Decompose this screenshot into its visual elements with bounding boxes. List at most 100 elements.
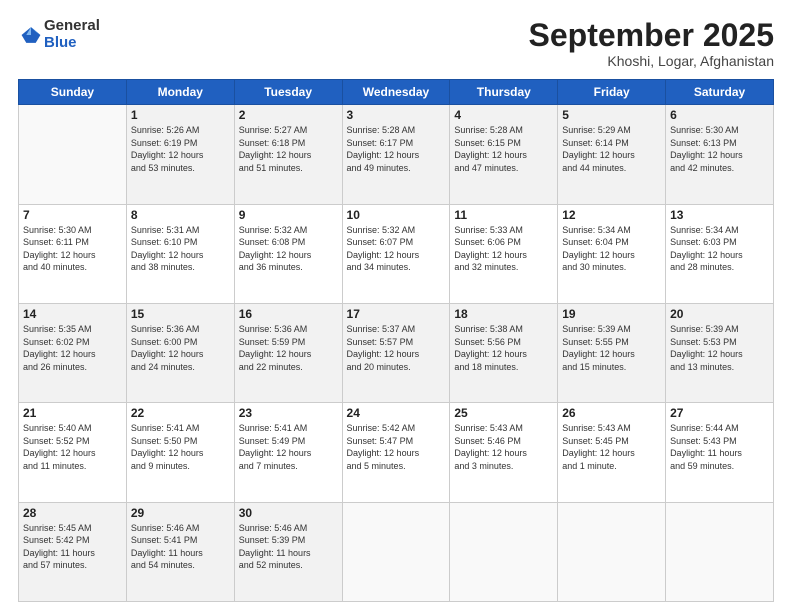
- day-number: 11: [454, 208, 553, 222]
- day-info: Sunrise: 5:41 AM Sunset: 5:50 PM Dayligh…: [131, 422, 230, 472]
- calendar-cell: 4Sunrise: 5:28 AM Sunset: 6:15 PM Daylig…: [450, 105, 558, 204]
- calendar-cell: [666, 502, 774, 601]
- day-number: 30: [239, 506, 338, 520]
- calendar-cell: 28 Sunrise: 5:45 AM Sunset: 5:42 PM Dayli…: [19, 502, 127, 601]
- calendar-cell: 25 Sunrise: 5:43 AM Sunset: 5:46 PM Dayli…: [450, 403, 558, 502]
- day-number: 25: [454, 406, 553, 420]
- calendar-cell: 23 Sunrise: 5:41 AM Sunset: 5:49 PM Dayli…: [234, 403, 342, 502]
- calendar-cell: 30 Sunrise: 5:46 AM Sunset: 5:39 PM Dayli…: [234, 502, 342, 601]
- calendar-cell: 1 Sunrise: 5:26 AM Sunset: 6:19 PM Daylig…: [126, 105, 234, 204]
- day-number: 19: [562, 307, 661, 321]
- calendar-header-monday: Monday: [126, 80, 234, 105]
- day-info: Sunrise: 5:33 AM Sunset: 6:06 PM Dayligh…: [454, 224, 553, 274]
- day-info: Sunrise: 5:46 AM Sunset: 5:39 PM Dayligh…: [239, 522, 338, 572]
- day-number: 3: [347, 108, 446, 122]
- calendar-cell: 6 Sunrise: 5:30 AM Sunset: 6:13 PM Daylig…: [666, 105, 774, 204]
- day-info: Sunrise: 5:43 AM Sunset: 5:45 PM Dayligh…: [562, 422, 661, 472]
- calendar-cell: 21 Sunrise: 5:40 AM Sunset: 5:52 PM Dayli…: [19, 403, 127, 502]
- day-info: Sunrise: 5:42 AM Sunset: 5:47 PM Dayligh…: [347, 422, 446, 472]
- day-number: 6: [670, 108, 769, 122]
- calendar-cell: 10Sunrise: 5:32 AM Sunset: 6:07 PM Dayli…: [342, 204, 450, 303]
- day-number: 23: [239, 406, 338, 420]
- calendar-week-row: 28 Sunrise: 5:45 AM Sunset: 5:42 PM Dayli…: [19, 502, 774, 601]
- day-number: 10: [347, 208, 446, 222]
- calendar-header-thursday: Thursday: [450, 80, 558, 105]
- day-info: Sunrise: 5:39 AM Sunset: 5:55 PM Dayligh…: [562, 323, 661, 373]
- calendar-cell: 24Sunrise: 5:42 AM Sunset: 5:47 PM Dayli…: [342, 403, 450, 502]
- calendar-table: SundayMondayTuesdayWednesdayThursdayFrid…: [18, 79, 774, 602]
- day-info: Sunrise: 5:45 AM Sunset: 5:42 PM Dayligh…: [23, 522, 122, 572]
- calendar-cell: 16 Sunrise: 5:36 AM Sunset: 5:59 PM Dayli…: [234, 303, 342, 402]
- page: General Blue September 2025 Khoshi, Loga…: [0, 0, 792, 612]
- calendar-cell: [450, 502, 558, 601]
- location: Khoshi, Logar, Afghanistan: [529, 53, 774, 69]
- calendar-week-row: 14 Sunrise: 5:35 AM Sunset: 6:02 PM Dayli…: [19, 303, 774, 402]
- day-info: Sunrise: 5:46 AM Sunset: 5:41 PM Dayligh…: [131, 522, 230, 572]
- calendar-cell: 19 Sunrise: 5:39 AM Sunset: 5:55 PM Dayli…: [558, 303, 666, 402]
- day-number: 7: [23, 208, 122, 222]
- calendar-header-friday: Friday: [558, 80, 666, 105]
- day-number: 18: [454, 307, 553, 321]
- calendar-cell: 17 Sunrise: 5:37 AM Sunset: 5:57 PM Dayli…: [342, 303, 450, 402]
- day-info: Sunrise: 5:39 AM Sunset: 5:53 PM Dayligh…: [670, 323, 769, 373]
- calendar-header-wednesday: Wednesday: [342, 80, 450, 105]
- day-number: 29: [131, 506, 230, 520]
- day-number: 2: [239, 108, 338, 122]
- day-number: 27: [670, 406, 769, 420]
- day-number: 26: [562, 406, 661, 420]
- day-number: 1: [131, 108, 230, 122]
- day-info: Sunrise: 5:36 AM Sunset: 5:59 PM Dayligh…: [239, 323, 338, 373]
- calendar-cell: 22 Sunrise: 5:41 AM Sunset: 5:50 PM Dayli…: [126, 403, 234, 502]
- calendar-cell: 11 Sunrise: 5:33 AM Sunset: 6:06 PM Dayli…: [450, 204, 558, 303]
- day-info: Sunrise: 5:26 AM Sunset: 6:19 PM Dayligh…: [131, 124, 230, 174]
- header: General Blue September 2025 Khoshi, Loga…: [18, 18, 774, 69]
- day-number: 9: [239, 208, 338, 222]
- day-info: Sunrise: 5:28 AM Sunset: 6:15 PM Dayligh…: [454, 124, 553, 174]
- day-number: 17: [347, 307, 446, 321]
- day-number: 16: [239, 307, 338, 321]
- calendar-week-row: 21 Sunrise: 5:40 AM Sunset: 5:52 PM Dayli…: [19, 403, 774, 502]
- calendar-header-sunday: Sunday: [19, 80, 127, 105]
- day-number: 14: [23, 307, 122, 321]
- calendar-cell: [342, 502, 450, 601]
- day-number: 21: [23, 406, 122, 420]
- day-info: Sunrise: 5:30 AM Sunset: 6:13 PM Dayligh…: [670, 124, 769, 174]
- day-info: Sunrise: 5:34 AM Sunset: 6:04 PM Dayligh…: [562, 224, 661, 274]
- day-number: 22: [131, 406, 230, 420]
- day-info: Sunrise: 5:38 AM Sunset: 5:56 PM Dayligh…: [454, 323, 553, 373]
- calendar-cell: [19, 105, 127, 204]
- calendar-cell: 15 Sunrise: 5:36 AM Sunset: 6:00 PM Dayli…: [126, 303, 234, 402]
- day-info: Sunrise: 5:30 AM Sunset: 6:11 PM Dayligh…: [23, 224, 122, 274]
- day-info: Sunrise: 5:40 AM Sunset: 5:52 PM Dayligh…: [23, 422, 122, 472]
- day-info: Sunrise: 5:27 AM Sunset: 6:18 PM Dayligh…: [239, 124, 338, 174]
- calendar-cell: 3Sunrise: 5:28 AM Sunset: 6:17 PM Daylig…: [342, 105, 450, 204]
- day-number: 8: [131, 208, 230, 222]
- day-info: Sunrise: 5:31 AM Sunset: 6:10 PM Dayligh…: [131, 224, 230, 274]
- day-number: 13: [670, 208, 769, 222]
- day-number: 15: [131, 307, 230, 321]
- day-info: Sunrise: 5:29 AM Sunset: 6:14 PM Dayligh…: [562, 124, 661, 174]
- day-info: Sunrise: 5:44 AM Sunset: 5:43 PM Dayligh…: [670, 422, 769, 472]
- calendar-header-tuesday: Tuesday: [234, 80, 342, 105]
- day-info: Sunrise: 5:35 AM Sunset: 6:02 PM Dayligh…: [23, 323, 122, 373]
- day-number: 12: [562, 208, 661, 222]
- day-info: Sunrise: 5:41 AM Sunset: 5:49 PM Dayligh…: [239, 422, 338, 472]
- calendar-cell: 26 Sunrise: 5:43 AM Sunset: 5:45 PM Dayli…: [558, 403, 666, 502]
- calendar-cell: 20Sunrise: 5:39 AM Sunset: 5:53 PM Dayli…: [666, 303, 774, 402]
- day-info: Sunrise: 5:36 AM Sunset: 6:00 PM Dayligh…: [131, 323, 230, 373]
- day-number: 28: [23, 506, 122, 520]
- logo-text: General Blue: [44, 18, 100, 51]
- calendar-cell: 12 Sunrise: 5:34 AM Sunset: 6:04 PM Dayli…: [558, 204, 666, 303]
- title-block: September 2025 Khoshi, Logar, Afghanista…: [529, 18, 774, 69]
- day-number: 5: [562, 108, 661, 122]
- calendar-cell: 29 Sunrise: 5:46 AM Sunset: 5:41 PM Dayli…: [126, 502, 234, 601]
- calendar-week-row: 1 Sunrise: 5:26 AM Sunset: 6:19 PM Daylig…: [19, 105, 774, 204]
- calendar-cell: 27 Sunrise: 5:44 AM Sunset: 5:43 PM Dayli…: [666, 403, 774, 502]
- day-info: Sunrise: 5:32 AM Sunset: 6:08 PM Dayligh…: [239, 224, 338, 274]
- day-info: Sunrise: 5:43 AM Sunset: 5:46 PM Dayligh…: [454, 422, 553, 472]
- calendar-week-row: 7 Sunrise: 5:30 AM Sunset: 6:11 PM Daylig…: [19, 204, 774, 303]
- calendar-cell: 2 Sunrise: 5:27 AM Sunset: 6:18 PM Daylig…: [234, 105, 342, 204]
- calendar-cell: 14 Sunrise: 5:35 AM Sunset: 6:02 PM Dayli…: [19, 303, 127, 402]
- day-info: Sunrise: 5:37 AM Sunset: 5:57 PM Dayligh…: [347, 323, 446, 373]
- logo-icon: [20, 24, 42, 46]
